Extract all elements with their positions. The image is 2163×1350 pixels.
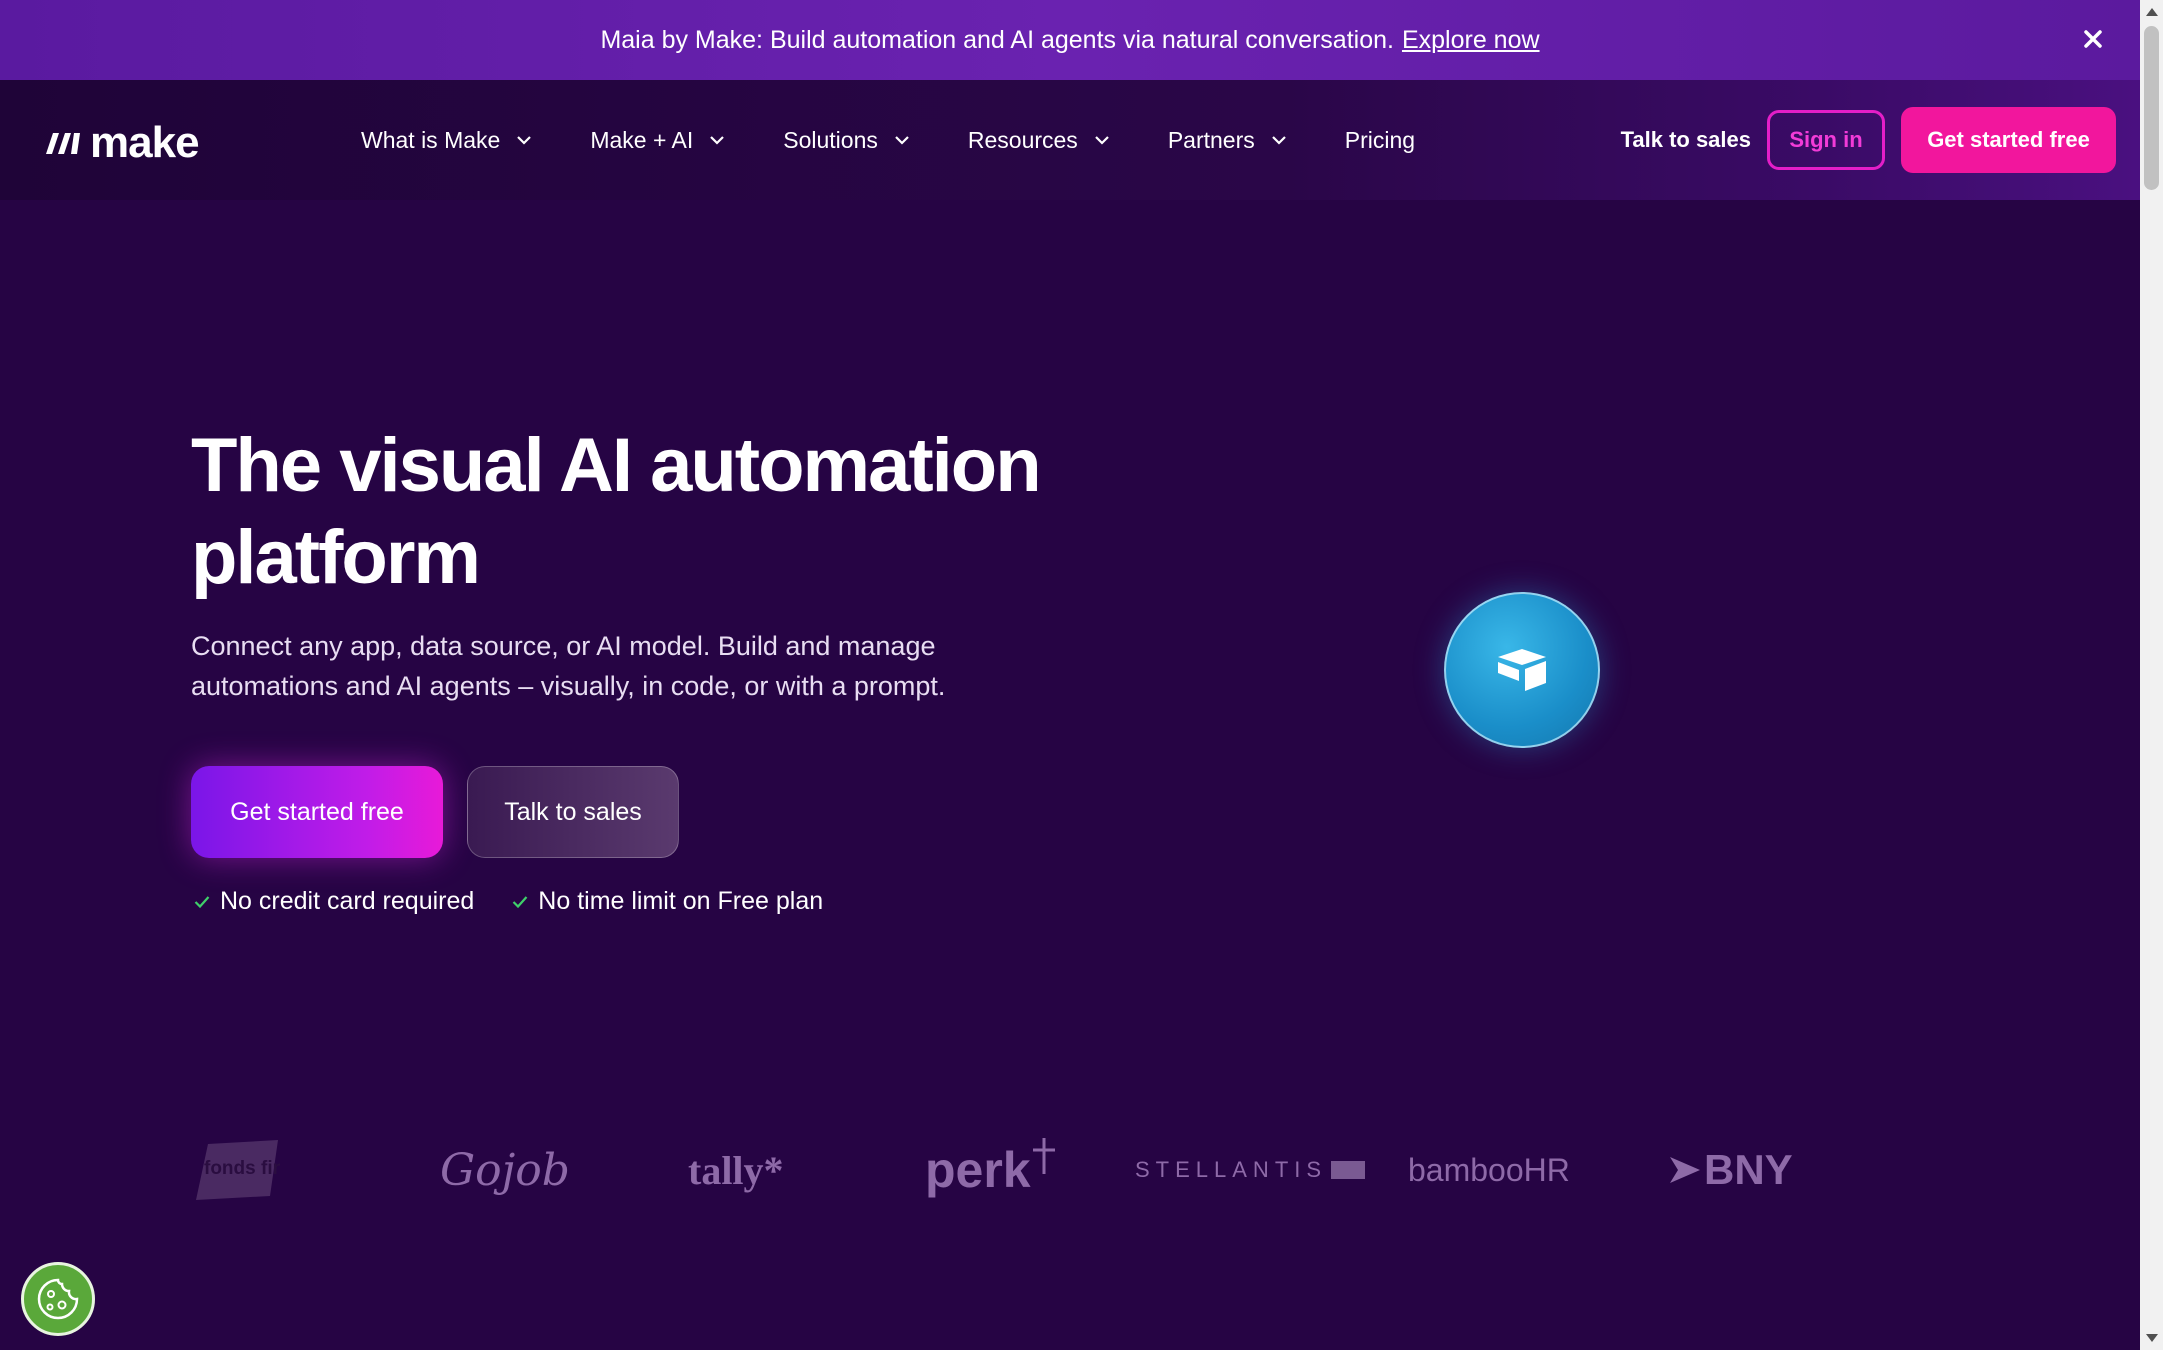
menu-label: Solutions [783,126,878,153]
scroll-up-arrow-icon[interactable] [2146,8,2158,16]
hero-talk-to-sales-button[interactable]: Talk to sales [467,766,679,858]
gojob-logo: Gojob [440,1144,570,1196]
hero-checks: No credit card required No time limit on… [194,887,823,916]
talk-to-sales-link[interactable]: Talk to sales [1621,127,1751,153]
top-navigation: make What is Make Make + AI Solutions Re… [0,80,2140,200]
menu-what-is-make[interactable]: What is Make [361,127,532,154]
menu-label: Resources [967,126,1078,153]
main-menu: What is Make Make + AI Solutions Resourc… [361,80,1415,200]
check-label: No time limit on Free plan [538,887,824,915]
hero-subtitle-line1: Connect any app, data source, or AI mode… [191,631,936,661]
get-started-free-button[interactable]: Get started free [1901,107,2116,173]
check-item: No time limit on Free plan [512,887,823,916]
check-item: No credit card required [194,887,474,916]
menu-partners[interactable]: Partners [1168,127,1287,154]
perk-logo: perk [925,1130,1059,1210]
chevron-down-icon [710,136,725,145]
close-icon[interactable] [2076,22,2110,56]
customer-logos: fonds finanz Gojob tally* perk STELLANTI… [190,1130,1830,1210]
bny-logo: BNY [1670,1130,1793,1210]
chevron-down-icon [1095,136,1109,145]
hero-title: The visual AI automation platform [191,420,1151,604]
nav-actions: Talk to sales Sign in Get started free [1621,107,2116,173]
fonds-finanz-logo: fonds finanz [190,1130,280,1210]
chevron-down-icon [895,136,909,145]
make-logo[interactable]: make [44,118,200,168]
hero-title-line1: The visual AI automation [191,423,1042,508]
checkmark-icon [194,895,210,908]
menu-solutions[interactable]: Solutions [783,127,910,154]
banner-text: Maia by Make: Build automation and AI ag… [600,25,1394,54]
menu-label: Pricing [1344,126,1416,153]
scroll-thumb[interactable] [2144,26,2159,190]
chevron-down-icon [517,136,532,145]
tally-logo: tally* [688,1147,784,1193]
svg-text:fonds finanz: fonds finanz [204,1158,280,1179]
announcement-banner: Maia by Make: Build automation and AI ag… [0,0,2140,80]
sign-in-button[interactable]: Sign in [1767,110,1885,170]
menu-label: Make + AI [590,126,694,153]
bamboohr-logo: bambooHR [1408,1151,1570,1188]
hero-subtitle-line2: automations and AI agents – visually, in… [191,671,946,701]
page-scrollbar[interactable] [2140,0,2163,1350]
explore-now-link[interactable]: Explore now [1402,26,1540,55]
menu-label: Partners [1167,126,1255,153]
checkmark-icon [513,895,528,908]
logo-text: make [90,118,200,167]
cookie-icon[interactable] [21,1262,95,1336]
chevron-down-icon [1271,136,1286,145]
airtable-icon [1444,592,1600,748]
stellantis-logo: STELLANTIS [1135,1130,1366,1210]
hero-title-line2: platform [191,515,481,600]
menu-pricing[interactable]: Pricing [1345,127,1415,154]
hero-get-started-button[interactable]: Get started free [191,766,443,858]
check-label: No credit card required [220,887,475,915]
menu-make-ai[interactable]: Make + AI [590,127,725,154]
hero-subtitle: Connect any app, data source, or AI mode… [191,626,1071,706]
scroll-down-arrow-icon[interactable] [2146,1334,2158,1342]
make-logo-mark-icon [46,133,80,154]
menu-resources[interactable]: Resources [968,127,1110,154]
menu-label: What is Make [361,126,501,153]
